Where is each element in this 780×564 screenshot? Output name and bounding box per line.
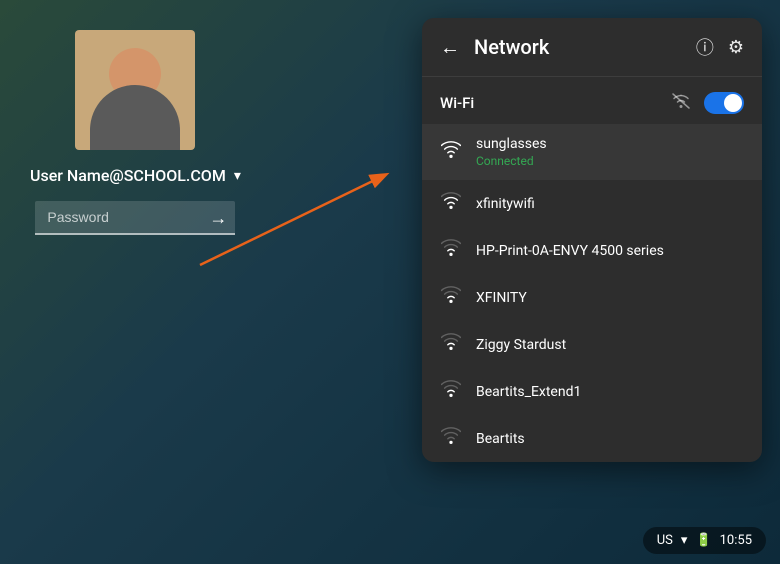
network-item[interactable]: xfinitywifi xyxy=(422,180,762,227)
network-info: sunglasses Connected xyxy=(476,136,547,168)
network-item[interactable]: Beartits_Extend1 xyxy=(422,368,762,415)
network-info: xfinitywifi xyxy=(476,196,535,212)
wifi-controls xyxy=(670,91,744,114)
region-label: US xyxy=(657,533,673,548)
user-row: User Name@SCHOOL.COM ▾ xyxy=(30,166,241,185)
wifi-icon xyxy=(440,333,462,356)
network-name: HP-Print-0A-ENVY 4500 series xyxy=(476,243,664,259)
wifi-icon xyxy=(440,427,462,450)
wifi-signal-icon xyxy=(670,91,692,114)
network-item[interactable]: sunglasses Connected xyxy=(422,124,762,180)
network-item[interactable]: HP-Print-0A-ENVY 4500 series xyxy=(422,227,762,274)
network-name: XFINITY xyxy=(476,290,527,306)
user-dropdown-chevron[interactable]: ▾ xyxy=(234,168,241,184)
network-name: sunglasses xyxy=(476,136,547,152)
password-row: → xyxy=(35,201,235,235)
wifi-section-header: Wi-Fi xyxy=(422,77,762,124)
login-area: User Name@SCHOOL.COM ▾ → xyxy=(30,30,241,235)
wifi-icon xyxy=(440,286,462,309)
network-info: Beartits xyxy=(476,431,525,447)
wifi-icon xyxy=(440,192,462,215)
wifi-taskbar-icon: ▾ xyxy=(681,533,688,548)
network-info: HP-Print-0A-ENVY 4500 series xyxy=(476,243,664,259)
wifi-icon xyxy=(440,141,462,164)
network-name: Ziggy Stardust xyxy=(476,337,566,353)
panel-title: Network xyxy=(474,35,682,59)
wifi-label: Wi-Fi xyxy=(440,94,474,112)
info-icon[interactable]: ⓘ xyxy=(696,34,714,60)
network-name: xfinitywifi xyxy=(476,196,535,212)
network-item[interactable]: Ziggy Stardust xyxy=(422,321,762,368)
network-info: Beartits_Extend1 xyxy=(476,384,581,400)
time-label: 10:55 xyxy=(720,533,752,548)
network-info: XFINITY xyxy=(476,290,527,306)
network-name: Beartits_Extend1 xyxy=(476,384,581,400)
wifi-toggle[interactable] xyxy=(704,92,744,114)
back-button[interactable]: ← xyxy=(440,35,460,60)
header-icons: ⓘ ⚙ xyxy=(696,34,744,60)
network-item[interactable]: XFINITY xyxy=(422,274,762,321)
wifi-icon xyxy=(440,380,462,403)
battery-taskbar-icon: 🔋 xyxy=(695,533,711,548)
network-list: sunglasses Connected xfinitywifi HP-Prin… xyxy=(422,124,762,462)
taskbar: US ▾ 🔋 10:55 xyxy=(643,527,766,554)
password-input[interactable] xyxy=(35,201,235,235)
network-status: Connected xyxy=(476,154,547,168)
username-label: User Name@SCHOOL.COM xyxy=(30,166,226,185)
network-item[interactable]: Beartits xyxy=(422,415,762,462)
network-info: Ziggy Stardust xyxy=(476,337,566,353)
submit-button[interactable]: → xyxy=(209,208,227,229)
network-panel: ← Network ⓘ ⚙ Wi-Fi xyxy=(422,18,762,462)
wifi-icon xyxy=(440,239,462,262)
settings-icon[interactable]: ⚙ xyxy=(728,37,744,58)
avatar xyxy=(75,30,195,150)
panel-header: ← Network ⓘ ⚙ xyxy=(422,18,762,77)
network-name: Beartits xyxy=(476,431,525,447)
